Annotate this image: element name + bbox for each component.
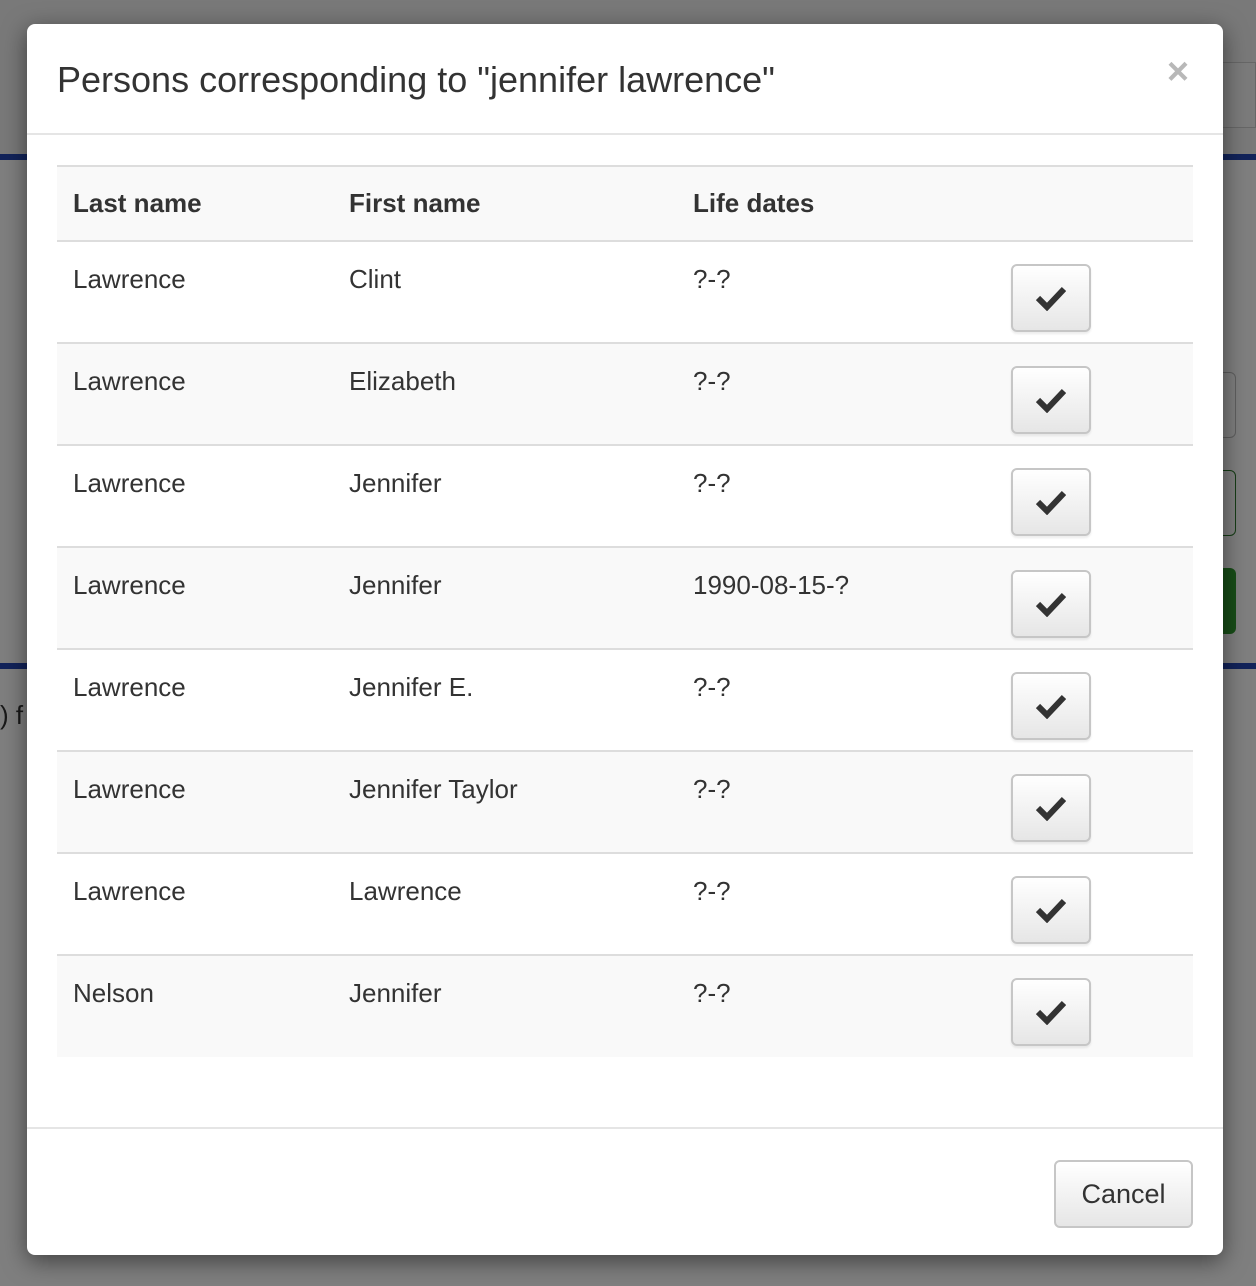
column-header-last-name: Last name — [57, 165, 333, 242]
check-icon-shape — [1036, 796, 1066, 821]
table-row: Lawrence Jennifer E. ?-? — [57, 648, 1193, 751]
cell-life-dates: ?-? — [677, 444, 995, 547]
table-row: Lawrence Jennifer ?-? — [57, 444, 1193, 547]
select-person-button[interactable] — [1011, 264, 1091, 332]
cell-action — [995, 954, 1193, 1057]
table-header-row: Last name First name Life dates — [57, 165, 1193, 242]
modal-title: Persons corresponding to "jennifer lawre… — [57, 59, 775, 100]
column-header-first-name: First name — [333, 165, 677, 242]
check-icon — [1036, 591, 1066, 617]
cell-life-dates: ?-? — [677, 648, 995, 751]
cell-last-name: Lawrence — [57, 852, 333, 955]
cancel-button[interactable]: Cancel — [1054, 1160, 1193, 1228]
cell-action — [995, 342, 1193, 445]
cell-action — [995, 648, 1193, 751]
cell-life-dates: ?-? — [677, 852, 995, 955]
cell-first-name: Jennifer — [333, 546, 677, 649]
cell-last-name: Lawrence — [73, 264, 186, 294]
check-icon — [1036, 693, 1066, 719]
cell-first-name: Jennifer — [333, 954, 677, 1057]
cell-last-name: Lawrence — [57, 546, 333, 649]
table-row: Lawrence Elizabeth ?-? — [57, 342, 1193, 445]
column-header-life-dates: Life dates — [677, 165, 995, 242]
cell-first-name: Lawrence — [333, 852, 677, 955]
table-row: Nelson Jennifer ?-? — [57, 954, 1193, 1057]
cell-life-dates: ?-? — [677, 750, 995, 853]
cell-first-name: Clint — [349, 264, 402, 294]
check-icon-shape — [1036, 388, 1066, 413]
select-person-button[interactable] — [1011, 468, 1091, 536]
table-row: Lawrence Lawrence ?-? — [57, 852, 1193, 955]
cell-first-name: Jennifer Taylor — [333, 750, 677, 853]
cell-action — [995, 241, 1193, 343]
cell-life-dates: ?-? — [677, 342, 995, 445]
cell-last-name: Lawrence — [57, 444, 333, 547]
cell-action — [995, 750, 1193, 853]
select-person-button[interactable] — [1011, 672, 1091, 740]
cell-first-name: Jennifer E. — [333, 648, 677, 751]
check-icon — [1036, 999, 1066, 1025]
cell-first-name: Elizabeth — [333, 342, 677, 445]
check-icon-shape — [1036, 694, 1066, 719]
table-row: Lawrence Jennifer Taylor ?-? — [57, 750, 1193, 853]
check-icon — [1036, 795, 1066, 821]
cell-life-dates: ?-? — [677, 954, 995, 1057]
persons-modal: Persons corresponding to "jennifer lawre… — [27, 24, 1223, 1255]
cell-last-name: Lawrence — [57, 648, 333, 751]
close-icon[interactable]: × — [1163, 52, 1193, 92]
column-header-action — [995, 165, 1193, 242]
select-person-button[interactable] — [1011, 774, 1091, 842]
cell-action — [995, 546, 1193, 649]
table-row: Lawrence Clint ?-? — [57, 241, 1193, 343]
check-icon — [1036, 285, 1066, 311]
persons-table: Last name First name Life dates Lawrence… — [57, 165, 1193, 1057]
check-icon-shape — [1036, 286, 1066, 311]
table-body: Lawrence Clint ?-? Lawrence Elizabeth ?-? Lawr… — [57, 241, 1193, 1057]
modal-header: Persons corresponding to "jennifer lawre… — [27, 24, 1223, 135]
check-icon-shape — [1036, 898, 1066, 923]
modal-body: Last name First name Life dates Lawrence… — [27, 135, 1223, 1127]
cell-first-name: Jennifer — [333, 444, 677, 547]
check-icon-shape — [1036, 490, 1066, 515]
cell-action — [995, 852, 1193, 955]
select-person-button[interactable] — [1011, 366, 1091, 434]
cell-life-dates: 1990-08-15-? — [677, 546, 995, 649]
check-icon-shape — [1036, 592, 1066, 617]
cell-last-name: Lawrence — [57, 342, 333, 445]
check-icon — [1036, 489, 1066, 515]
cell-last-name: Lawrence — [57, 750, 333, 853]
cell-last-name: Nelson — [57, 954, 333, 1057]
select-person-button[interactable] — [1011, 978, 1091, 1046]
select-person-button[interactable] — [1011, 570, 1091, 638]
check-icon — [1036, 897, 1066, 923]
modal-footer: Cancel — [27, 1127, 1223, 1255]
check-icon-shape — [1036, 1000, 1066, 1025]
table-row: Lawrence Jennifer 1990-08-15-? — [57, 546, 1193, 649]
cell-life-dates: ?-? — [693, 264, 731, 294]
check-icon — [1036, 387, 1066, 413]
select-person-button[interactable] — [1011, 876, 1091, 944]
cell-action — [995, 444, 1193, 547]
